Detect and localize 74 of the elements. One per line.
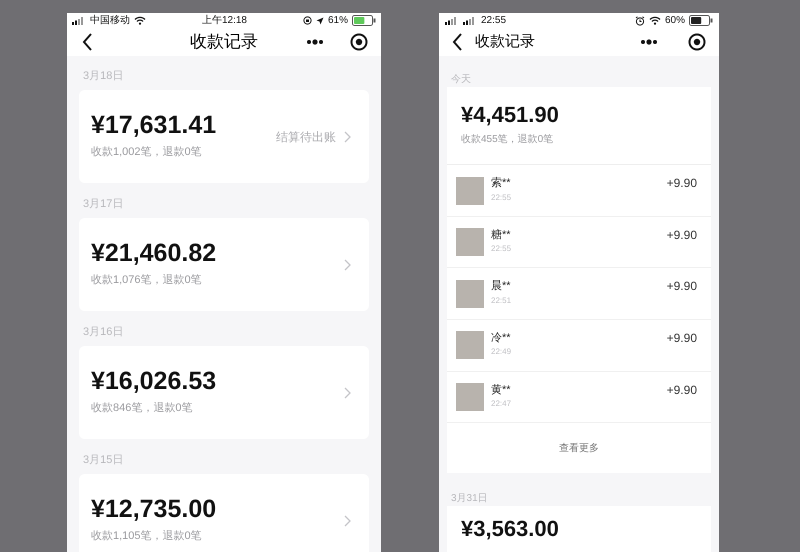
date-label: 3月18日 — [82, 69, 124, 84]
more-dots-icon — [640, 39, 658, 46]
daily-summary-card[interactable]: ¥17,631.41 收款1,002笔，退款0笔 结算待出账 — [79, 90, 369, 183]
payment-amount: +9.90 — [666, 382, 697, 399]
payment-time: 22:55 — [491, 192, 512, 204]
date-label: 3月17日 — [82, 197, 124, 212]
more-dots-icon — [306, 39, 324, 45]
daily-summary-card[interactable]: ¥3,563.00 — [447, 506, 711, 552]
payer-name: 黄** — [491, 382, 512, 398]
payment-amount: +9.90 — [666, 226, 697, 244]
signal-icon — [463, 16, 477, 24]
status-time: 22:55 — [481, 14, 506, 28]
avatar-placeholder — [456, 331, 484, 360]
view-more-link[interactable]: 查看更多 — [447, 423, 711, 474]
signal-icon — [445, 16, 459, 24]
payment-time: 22:51 — [491, 294, 512, 307]
daily-summary-card[interactable]: ¥21,460.82 收款1,076笔，退款0笔 — [79, 218, 369, 311]
target-circle-icon — [350, 33, 368, 51]
date-label: 3月16日 — [82, 325, 124, 340]
payment-amount: +9.90 — [666, 330, 697, 347]
avatar-placeholder — [456, 280, 484, 308]
signal-icon — [72, 16, 86, 24]
wifi-icon — [134, 16, 146, 25]
daily-amount: ¥16,026.53 — [91, 368, 216, 394]
date-label: 3月15日 — [82, 453, 124, 468]
settlement-status: 结算待出账 — [276, 128, 336, 146]
page-title: 收款记录 — [475, 32, 535, 52]
wifi-icon — [648, 16, 661, 25]
daily-summary: 收款1,076笔，退款0笔 — [91, 272, 203, 288]
chevron-right-icon — [344, 258, 351, 270]
payer-name: 晨** — [491, 279, 512, 294]
payment-row[interactable]: 黄** 22:47 +9.90 — [447, 372, 711, 424]
payer-name: 冷** — [491, 330, 512, 346]
date-label: 3月31日 — [450, 492, 489, 506]
daily-summary: 收款1,002笔，退款0笔 — [91, 144, 203, 160]
payment-row[interactable]: 冷** 22:49 +9.90 — [447, 320, 711, 372]
battery-icon — [352, 15, 376, 26]
daily-amount: ¥3,563.00 — [461, 516, 559, 542]
payment-time: 22:49 — [491, 346, 512, 358]
daily-amount: ¥4,451.90 — [461, 104, 560, 126]
battery-percent: 60% — [664, 14, 685, 28]
chevron-right-icon — [344, 130, 351, 142]
payer-name: 索** — [491, 176, 512, 192]
location-arrow-icon — [316, 16, 324, 24]
avatar-placeholder — [456, 382, 484, 411]
payment-row[interactable]: 糖** 22:55 +9.90 — [447, 216, 711, 268]
date-label: 今天 — [450, 73, 472, 88]
payment-row[interactable]: 晨** 22:51 +9.90 — [447, 268, 711, 320]
payment-time: 22:47 — [491, 398, 512, 410]
payer-name: 糖** — [491, 228, 512, 243]
target-circle-icon — [688, 33, 706, 52]
rotation-lock-icon — [302, 16, 312, 25]
daily-summary: 收款846笔，退款0笔 — [91, 400, 194, 416]
daily-summary-card[interactable]: ¥12,735.00 收款1,105笔，退款0笔 — [79, 474, 369, 552]
payment-time: 22:55 — [491, 243, 512, 256]
status-time: 上午12:18 — [202, 14, 247, 28]
battery-icon — [689, 15, 713, 26]
daily-amount: ¥17,631.41 — [91, 112, 216, 138]
alarm-clock-icon — [634, 16, 645, 26]
payment-row[interactable]: 索** 22:55 +9.90 — [447, 165, 711, 217]
daily-amount: ¥12,735.00 — [91, 496, 216, 522]
battery-percent: 61% — [328, 14, 348, 28]
chevron-right-icon — [344, 514, 351, 526]
daily-summary: 收款455笔，退款0笔 — [461, 132, 554, 148]
payment-amount: +9.90 — [666, 175, 697, 192]
daily-amount: ¥21,460.82 — [91, 240, 216, 266]
payment-amount: +9.90 — [666, 278, 697, 296]
daily-summary: 收款1,105笔，退款0笔 — [91, 528, 203, 544]
avatar-placeholder — [456, 176, 484, 204]
daily-summary-card[interactable]: ¥16,026.53 收款846笔，退款0笔 — [79, 346, 369, 439]
carrier-name: 中国移动 — [90, 14, 130, 28]
chevron-right-icon — [344, 386, 351, 398]
avatar-placeholder — [456, 228, 484, 256]
page-title: 收款记录 — [190, 31, 258, 54]
